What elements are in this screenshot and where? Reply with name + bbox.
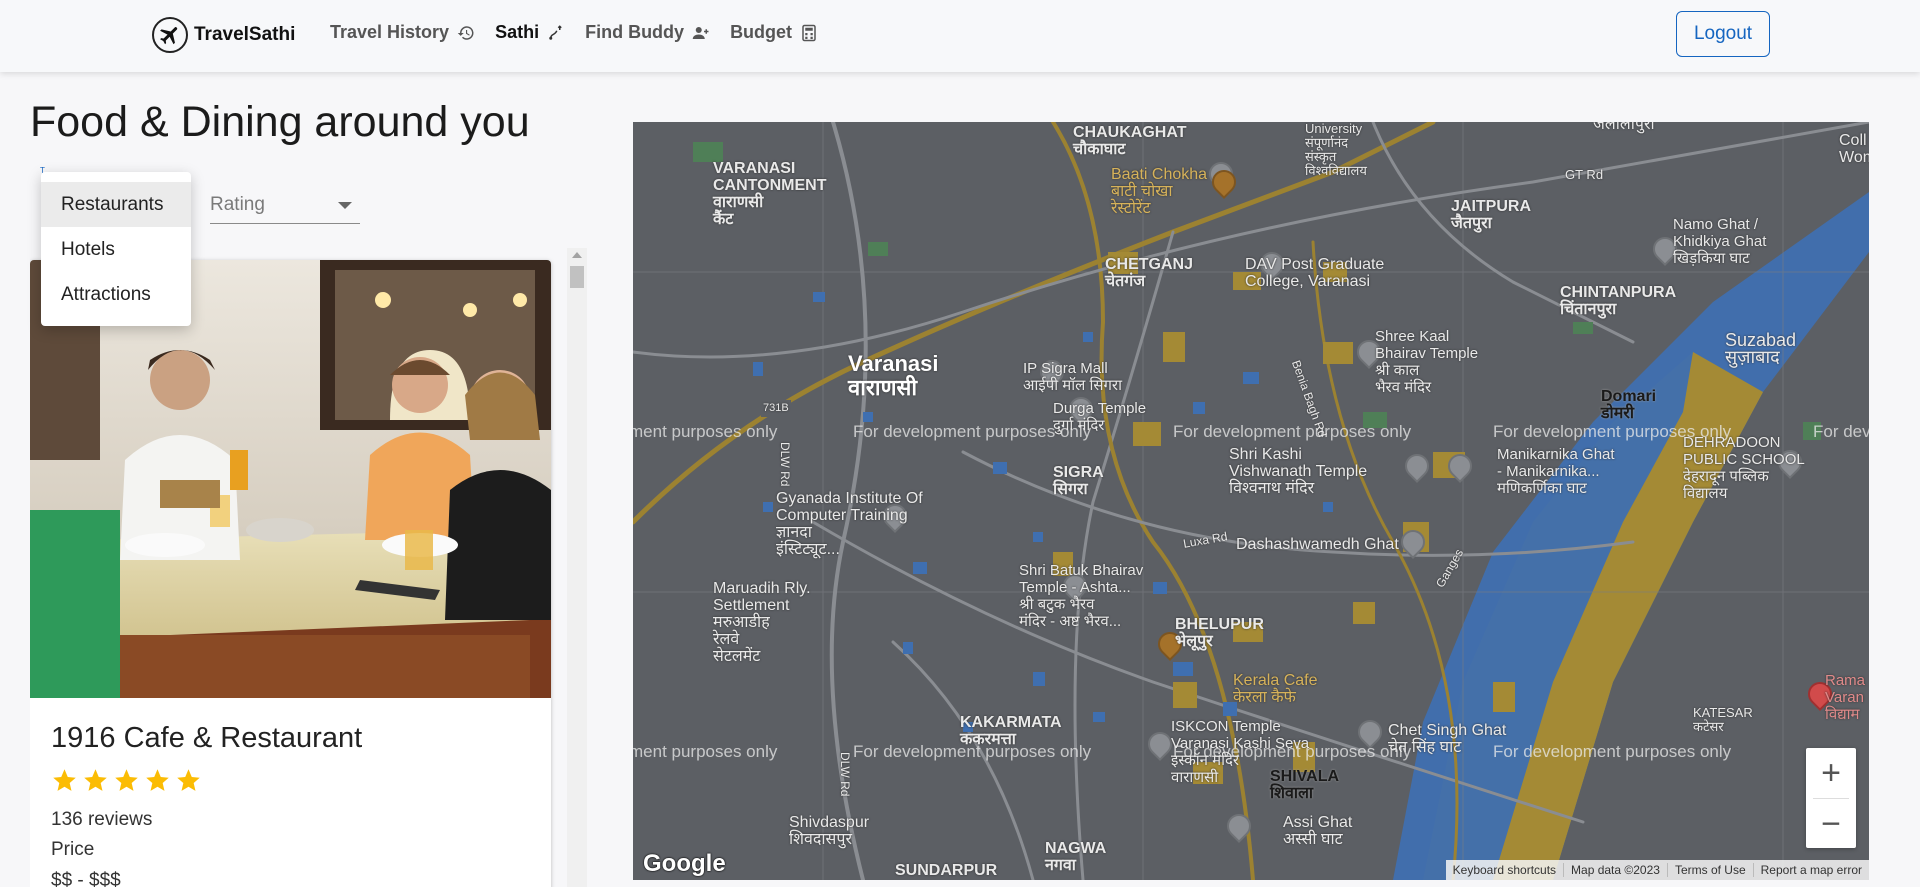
map-label-731b: 731B	[761, 400, 791, 417]
map-label-baati: Baati Chokha बाटी चोखा रेस्टोरेंट	[1111, 166, 1208, 217]
nav-find-buddy[interactable]: Find Buddy	[585, 22, 710, 43]
price-label: Price	[51, 839, 95, 860]
scroll-up-arrow-icon[interactable]	[572, 252, 582, 258]
map-label-sigra-mall: IP Sigra Mall आईपी मॉल सिगरा	[1023, 360, 1122, 394]
nav-budget[interactable]: Budget	[730, 22, 818, 43]
map-label-assi: Assi Ghat अस्सी घाट	[1283, 814, 1353, 848]
map-label-dlw-rd-2: DLW Rd	[838, 752, 852, 797]
map-label-chintanpura: CHINTANPURA चिंतानपुरा	[1560, 284, 1677, 318]
map-label-dehradoon: DEHRADOON PUBLIC SCHOOL देहरादून पब्लिक …	[1683, 434, 1805, 502]
place-card[interactable]: 1916 Cafe & Restaurant 136 reviews Price…	[30, 260, 551, 887]
person-add-icon	[692, 26, 709, 39]
map[interactable]: CHAUKAGHAT चौकाघाट VARANASI CANTONMENT व…	[633, 122, 1869, 880]
watermark-6: ment purposes only	[633, 742, 778, 761]
watermark-3: For development purposes only	[1173, 422, 1412, 441]
terms-of-use-link[interactable]: Terms of Use	[1668, 863, 1754, 877]
map-label-college: Coll Wome	[1839, 132, 1869, 166]
nav-find-buddy-label: Find Buddy	[585, 22, 685, 42]
map-label-shrikashi: Shri Kashi Vishwanath Temple विश्वनाथ मं…	[1229, 446, 1368, 497]
nav-links: Travel History Sathi Find Buddy Budget	[330, 22, 818, 43]
map-label-dlw-rd: DLW Rd	[778, 442, 792, 487]
calculator-icon	[802, 24, 816, 41]
map-label-jaitpura: JAITPURA जैतपुरा	[1451, 198, 1532, 232]
brand[interactable]: TravelSathi	[152, 16, 295, 54]
map-label-shivdaspur: Shivdaspur शिवदासपुर	[789, 814, 870, 848]
rating-select[interactable]: Rating	[210, 186, 360, 224]
map-label-chaukaghat: CHAUKAGHAT चौकाघाट	[1073, 124, 1187, 158]
map-label-dav: DAV Post Graduate College, Varanasi	[1245, 256, 1385, 290]
map-label-kerala: Kerala Cafe केरला कैफे	[1233, 672, 1318, 706]
places-list[interactable]: 1916 Cafe & Restaurant 136 reviews Price…	[30, 248, 590, 887]
map-label-shreekaal: Shree Kaal Bhairav Temple श्री काल भैरव …	[1375, 328, 1479, 396]
rating-placeholder: Rating	[210, 193, 265, 215]
type-dropdown-menu: Restaurants Hotels Attractions	[41, 172, 191, 326]
brand-name: TravelSathi	[194, 24, 296, 45]
map-label-manikarnika: Manikarnika Ghat - Manikarnika... मणिकर्…	[1497, 446, 1615, 497]
zoom-out-button[interactable]: −	[1806, 799, 1856, 849]
watermark-2: For development purposes only	[853, 422, 1092, 441]
map-attribution: Keyboard shortcuts Map data ©2023 Terms …	[1445, 860, 1869, 880]
logout-button[interactable]: Logout	[1676, 11, 1770, 57]
list-scrollbar[interactable]	[567, 248, 587, 887]
star-rating	[51, 767, 202, 794]
google-logo[interactable]: Google	[643, 850, 726, 878]
zoom-in-button[interactable]: +	[1806, 748, 1856, 798]
map-label-dashashwamedh: Dashashwamedh Ghat	[1236, 536, 1399, 553]
map-label-nagwa: NAGWA नगवा	[1045, 840, 1107, 874]
map-label-shivala: SHIVALA शिवाला	[1270, 768, 1340, 802]
watermark-1: ment purposes only	[633, 422, 778, 441]
map-label-chetganj: CHETGANJ चेतगंज	[1105, 256, 1194, 290]
nav-travel-history[interactable]: Travel History	[330, 22, 475, 43]
map-label-ramana: Rama Varan विद्याम	[1825, 672, 1866, 723]
nav-sathi-label: Sathi	[495, 22, 540, 42]
watermark-8: For development purposes only	[1173, 742, 1412, 761]
airplane-logo-icon	[152, 17, 188, 53]
watermark-5: For dev	[1813, 422, 1869, 441]
star-icon	[177, 769, 200, 791]
keyboard-shortcuts-link[interactable]: Keyboard shortcuts	[1446, 863, 1565, 877]
nav-travel-history-label: Travel History	[330, 22, 450, 42]
place-name: 1916 Cafe & Restaurant	[51, 722, 363, 754]
map-data-text: Map data ©2023	[1564, 863, 1668, 877]
map-label-bhelupur: BHELUPUR भेलूपुर	[1175, 616, 1264, 650]
route-icon	[549, 24, 562, 40]
map-label-gtrd: GT Rd	[1565, 167, 1604, 182]
watermark-7: For development purposes only	[853, 742, 1092, 761]
map-label-cantonment: VARANASI CANTONMENT वाराणसी कैंट	[713, 160, 827, 228]
zoom-control: + −	[1806, 748, 1856, 848]
map-label-sigra: SIGRA सिगरा	[1053, 464, 1104, 498]
map-label-domari: Domari डोमरी	[1601, 388, 1657, 422]
menu-item-attractions[interactable]: Attractions	[41, 272, 191, 317]
dropdown-arrow-icon	[338, 202, 352, 209]
map-label-katesar: KATESAR कटेसर	[1693, 705, 1753, 734]
menu-item-restaurants[interactable]: Restaurants	[41, 182, 191, 227]
map-label-varanasi: Varanasi वाराणसी	[848, 351, 939, 400]
map-label-university: University संपूर्णानंद संस्कृत विश्वविद्…	[1305, 122, 1367, 178]
star-icon	[115, 769, 138, 791]
review-count: 136 reviews	[51, 809, 153, 830]
scroll-thumb[interactable]	[570, 266, 584, 288]
nav-budget-label: Budget	[730, 22, 793, 42]
nav-sathi[interactable]: Sathi	[495, 22, 565, 43]
watermark-9: For development purposes only	[1493, 742, 1732, 761]
menu-item-hotels[interactable]: Hotels	[41, 227, 191, 272]
map-label-maruadih: Maruadih Rly. Settlement मरुआडीह रेलवे स…	[713, 580, 811, 665]
map-label-suzabad: Suzabad सुज़ाबाद	[1725, 330, 1797, 367]
map-label-sundarpur: SUNDARPUR	[895, 862, 998, 879]
watermark-4: For development purposes only	[1493, 422, 1732, 441]
page-title: Food & Dining around you	[30, 98, 530, 146]
report-map-error-link[interactable]: Report a map error	[1754, 863, 1869, 877]
star-icon	[146, 769, 169, 791]
map-label-jalalipura: जलालीपुरा	[1593, 122, 1655, 133]
price-range: $$ - $$$	[51, 870, 121, 887]
map-label-namo: Namo Ghat / Khidkiya Ghat खिड़किया घाट	[1673, 216, 1767, 267]
map-label-batuk: Shri Batuk Bhairav Temple - Ashta... श्र…	[1019, 562, 1144, 630]
star-icon	[53, 769, 76, 791]
map-label-gyanada: Gyanada Institute Of Computer Training ज…	[776, 490, 923, 558]
top-navbar: TravelSathi Travel History Sathi Find Bu…	[0, 0, 1920, 72]
star-icon	[84, 769, 107, 791]
history-icon	[457, 25, 474, 40]
